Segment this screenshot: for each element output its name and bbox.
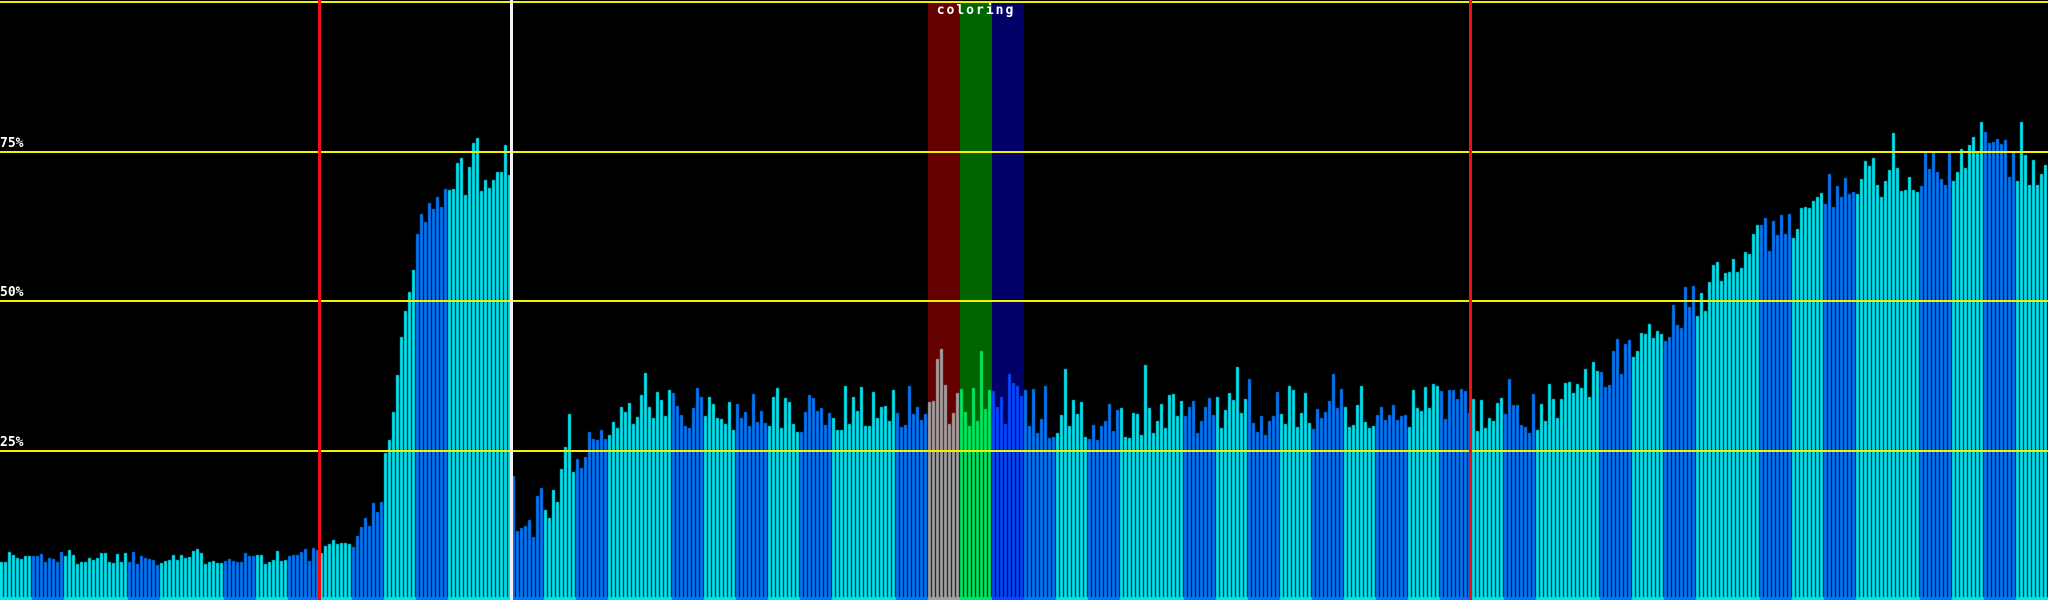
histogram-chart: 75% 50% 25% coloring [0,0,2048,600]
coloring-label: coloring [936,3,1016,18]
marker-white-position-line [510,0,513,600]
marker-red-line-2 [1469,0,1472,600]
gridline-25 [0,450,2048,452]
gridline-50 [0,300,2048,302]
gridline-100 [0,1,2048,3]
ytick-75: 75% [0,136,24,151]
marker-red-line-1 [318,0,321,600]
ytick-50: 50% [0,285,24,300]
ytick-25: 25% [0,435,24,450]
gridline-75 [0,151,2048,153]
